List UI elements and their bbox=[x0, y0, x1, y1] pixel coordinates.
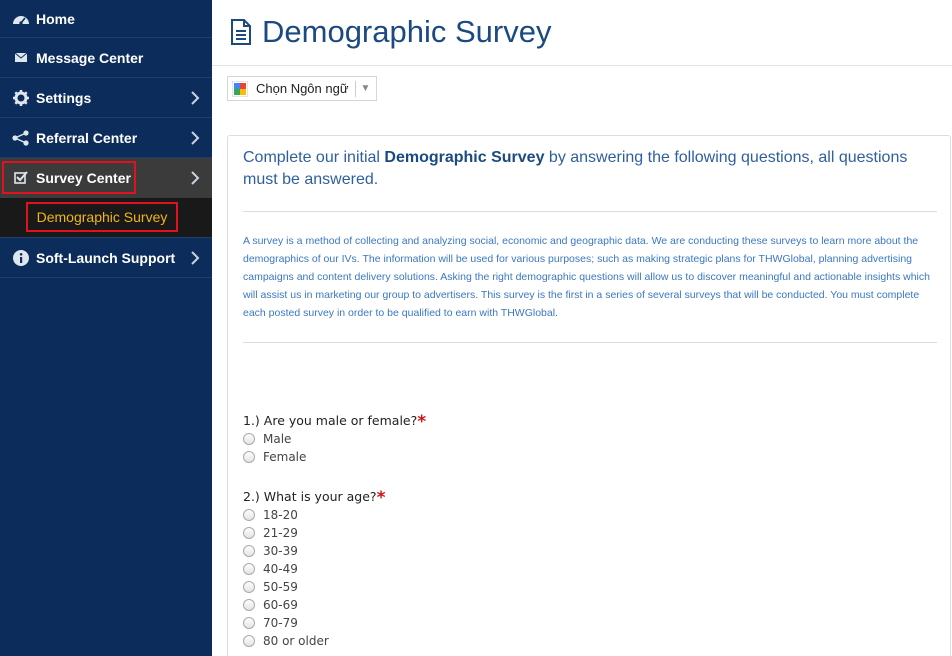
sidebar-item-referral-center[interactable]: Referral Center bbox=[0, 118, 212, 158]
radio-button[interactable] bbox=[243, 527, 255, 539]
option-label: 60-69 bbox=[263, 598, 298, 612]
sidebar-item-label: Survey Center bbox=[36, 170, 131, 186]
option-label: 80 or older bbox=[263, 634, 329, 648]
language-select[interactable]: Chọn Ngôn ngữ ▼ bbox=[227, 76, 377, 101]
option-label: 18-20 bbox=[263, 508, 298, 522]
intro-text: Complete our initial bbox=[243, 149, 385, 166]
sidebar-subitem-demographic-survey[interactable]: Demographic Survey bbox=[26, 202, 178, 232]
google-icon bbox=[232, 80, 248, 97]
chevron-right-icon bbox=[191, 171, 200, 185]
divider bbox=[354, 80, 356, 97]
option-label: 30-39 bbox=[263, 544, 298, 558]
sidebar-item-home[interactable]: Home bbox=[0, 0, 212, 38]
question-text: 2.) What is your age? bbox=[243, 489, 377, 504]
submenu-survey-center: Demographic Survey bbox=[0, 198, 212, 238]
chevron-right-icon bbox=[191, 251, 200, 265]
checkbox-icon bbox=[12, 169, 30, 187]
radio-option[interactable]: 60-69 bbox=[243, 596, 298, 614]
sidebar-item-label: Message Center bbox=[36, 49, 144, 66]
radio-button[interactable] bbox=[243, 635, 255, 647]
radio-option[interactable]: 70-79 bbox=[243, 614, 298, 632]
dropdown-arrow-icon: ▼ bbox=[360, 83, 371, 94]
language-select-label: Chọn Ngôn ngữ bbox=[256, 81, 349, 96]
option-label: Male bbox=[263, 432, 292, 446]
sidebar-item-label: Settings bbox=[36, 89, 92, 106]
question-label: 2.) What is your age?* bbox=[243, 486, 386, 508]
sidebar: Home Message Center Settings Referral Ce… bbox=[0, 0, 212, 656]
radio-option[interactable]: 21-29 bbox=[243, 524, 298, 542]
chevron-right-icon bbox=[191, 91, 200, 105]
sidebar-item-settings[interactable]: Settings bbox=[0, 78, 212, 118]
page-header: Demographic Survey bbox=[212, 0, 952, 66]
gear-icon bbox=[12, 89, 30, 107]
survey-description: A survey is a method of collecting and a… bbox=[243, 235, 930, 319]
radio-button[interactable] bbox=[243, 599, 255, 611]
intro-bold-text: Demographic Survey bbox=[384, 149, 545, 166]
radio-option[interactable]: Female bbox=[243, 448, 306, 466]
radio-button[interactable] bbox=[243, 509, 255, 521]
envelope-icon bbox=[12, 49, 30, 67]
radio-option[interactable]: Male bbox=[243, 430, 291, 448]
share-icon bbox=[12, 129, 30, 147]
option-label: 70-79 bbox=[263, 616, 298, 630]
option-label: 40-49 bbox=[263, 562, 298, 576]
question-text: 1.) Are you male or female? bbox=[243, 413, 418, 428]
sidebar-item-soft-launch-support[interactable]: Soft-Launch Support bbox=[0, 238, 212, 278]
required-marker: * bbox=[376, 488, 386, 508]
chevron-right-icon bbox=[191, 131, 200, 145]
sidebar-item-label: Home bbox=[36, 10, 75, 27]
page-title: Demographic Survey bbox=[262, 14, 552, 49]
radio-button[interactable] bbox=[243, 563, 255, 575]
option-label: 21-29 bbox=[263, 526, 298, 540]
sidebar-item-survey-center[interactable]: Survey Center bbox=[0, 158, 212, 198]
divider bbox=[243, 211, 937, 212]
document-icon bbox=[231, 19, 251, 45]
survey-intro: Complete our initial Demographic Survey … bbox=[243, 147, 933, 191]
survey-panel: Complete our initial Demographic Survey … bbox=[227, 135, 951, 656]
radio-option[interactable]: 50-59 bbox=[243, 578, 298, 596]
radio-option[interactable]: 40-49 bbox=[243, 560, 298, 578]
radio-option[interactable]: 30-39 bbox=[243, 542, 298, 560]
question-label: 1.) Are you male or female?* bbox=[243, 410, 427, 432]
sidebar-item-label: Referral Center bbox=[36, 129, 138, 146]
option-label: 50-59 bbox=[263, 580, 298, 594]
sidebar-item-label: Soft-Launch Support bbox=[36, 249, 176, 266]
radio-button[interactable] bbox=[243, 545, 255, 557]
dashboard-icon bbox=[12, 10, 30, 28]
radio-button[interactable] bbox=[243, 617, 255, 629]
required-marker: * bbox=[417, 412, 427, 432]
radio-option[interactable]: 18-20 bbox=[243, 506, 298, 524]
info-icon bbox=[12, 249, 30, 267]
radio-button[interactable] bbox=[243, 451, 255, 463]
divider bbox=[243, 342, 937, 343]
radio-button[interactable] bbox=[243, 581, 255, 593]
radio-button[interactable] bbox=[243, 433, 255, 445]
option-label: Female bbox=[263, 450, 307, 464]
sidebar-item-message-center[interactable]: Message Center bbox=[0, 38, 212, 78]
radio-option[interactable]: 80 or older bbox=[243, 632, 329, 650]
